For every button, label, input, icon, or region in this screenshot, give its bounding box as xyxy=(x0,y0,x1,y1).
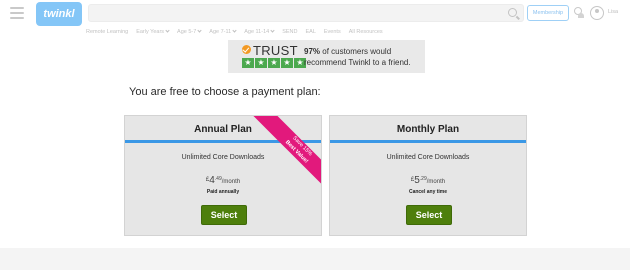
footer-band xyxy=(0,248,630,270)
membership-button[interactable]: Membership xyxy=(527,5,569,21)
trust-percent: 97% xyxy=(304,47,321,56)
chevron-down-icon xyxy=(270,28,275,33)
hamburger-menu-icon[interactable] xyxy=(10,7,24,19)
nav-item-label: Age 5-7 xyxy=(177,28,197,35)
nav-item-label: Events xyxy=(323,28,341,35)
nav-item-all-resources[interactable]: All Resources xyxy=(349,27,383,36)
plan-billing-note: Cancel any time xyxy=(408,189,448,195)
twinkl-logo[interactable]: twinkl xyxy=(36,2,82,26)
chevron-down-icon xyxy=(165,28,170,33)
annual-plan-card: Annual Plan Unlimited Core Downloads £4.… xyxy=(124,115,322,236)
nav-item-label: Early Years xyxy=(136,28,165,35)
nav-item-eal[interactable]: EAL xyxy=(305,27,315,36)
notification-bell-icon[interactable] xyxy=(578,13,584,18)
star-icon: ★ xyxy=(281,58,293,68)
nav-item-early-years[interactable]: Early Years xyxy=(136,27,170,36)
chevron-down-icon xyxy=(232,28,237,33)
trust-brand: TRUST xyxy=(253,43,298,58)
nav-item-label: Remote Learning xyxy=(86,28,129,35)
price-period: /month xyxy=(426,179,446,185)
nav-item-age-5-7[interactable]: Age 5-7 xyxy=(177,27,202,36)
best-value-ribbon: Save 15% Best Value! xyxy=(241,116,321,196)
price-period: /month xyxy=(221,179,241,185)
nav-item-events[interactable]: Events xyxy=(324,27,341,36)
user-avatar-icon[interactable] xyxy=(590,6,604,20)
trust-checkmark-icon xyxy=(242,45,251,54)
plan-title: Monthly Plan xyxy=(396,124,460,135)
monthly-plan-card: Monthly Plan Unlimited Core Downloads £5… xyxy=(329,115,527,236)
plan-feature: Unlimited Core Downloads xyxy=(386,154,470,161)
select-monthly-plan-button[interactable]: Select xyxy=(406,205,452,225)
trust-message: 97% of customers would recommend Twinkl … xyxy=(304,46,422,68)
select-annual-plan-button[interactable]: Select xyxy=(201,205,247,225)
search-bar[interactable] xyxy=(88,4,524,24)
search-input[interactable] xyxy=(89,7,523,24)
nav-item-age-7-11[interactable]: Age 7-11 xyxy=(209,27,237,36)
plan-price: £5.29/month xyxy=(330,175,526,186)
nav-item-label: Age 7-11 xyxy=(209,28,232,35)
search-icon[interactable] xyxy=(508,8,517,17)
plan-accent-stripe xyxy=(330,140,526,143)
price-pence: .49 xyxy=(214,176,222,182)
nav-item-age-11-14[interactable]: Age 11-14 xyxy=(244,27,275,36)
nav-item-label: SEND xyxy=(282,28,298,35)
category-nav: Remote Learning Early Years Age 5-7 Age … xyxy=(86,27,383,36)
trust-banner: TRUST ★ ★ ★ ★ ★ 97% of customers would r… xyxy=(228,40,425,73)
nav-item-label: Age 11-14 xyxy=(244,28,270,35)
payment-plan-heading: You are free to choose a payment plan: xyxy=(129,86,321,98)
nav-item-remote-learning[interactable]: Remote Learning xyxy=(86,27,128,36)
nav-item-label: EAL xyxy=(305,28,316,35)
star-icon: ★ xyxy=(268,58,280,68)
star-icon: ★ xyxy=(255,58,267,68)
chevron-down-icon xyxy=(197,28,202,33)
price-pence: .29 xyxy=(419,176,427,182)
user-name[interactable]: Lisa xyxy=(608,9,618,15)
ribbon-band: Save 15% Best Value! xyxy=(253,116,321,196)
trust-message-text: of customers would recommend Twinkl to a… xyxy=(304,47,411,67)
nav-item-send[interactable]: SEND xyxy=(282,27,297,36)
nav-item-label: All Resources xyxy=(348,28,383,35)
star-icon: ★ xyxy=(242,58,254,68)
page: twinkl Membership Lisa Remote Learning E… xyxy=(0,0,630,248)
trust-stars: ★ ★ ★ ★ ★ xyxy=(242,58,306,68)
